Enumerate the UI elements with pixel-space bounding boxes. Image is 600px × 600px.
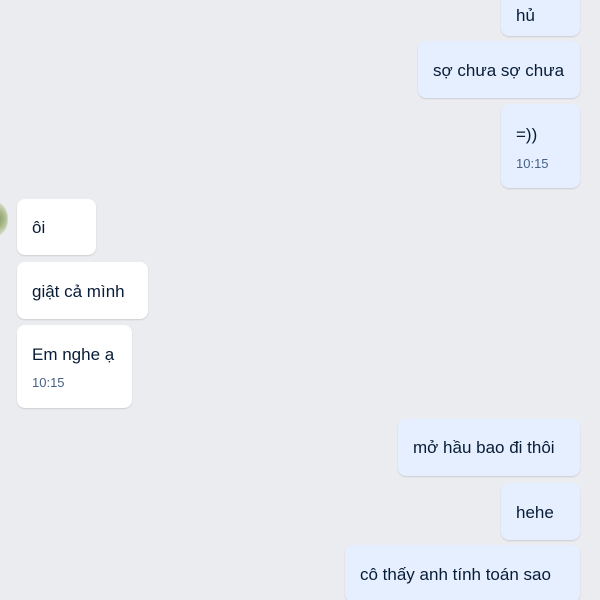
message-text: Em nghe ạ xyxy=(32,345,115,364)
message-bubble-outgoing[interactable]: hehe xyxy=(501,483,580,540)
message-bubble-outgoing[interactable]: mở hầu bao đi thôi xyxy=(398,419,580,476)
message-bubble-outgoing[interactable]: hủ xyxy=(501,0,580,36)
message-text: cô thấy anh tính toán sao xyxy=(360,565,551,584)
message-bubble-incoming[interactable]: ôi xyxy=(17,199,96,255)
message-text: giật cả mình xyxy=(32,282,125,301)
chat-message-list[interactable]: hủ sợ chưa sợ chưa =)) 10:15 ôi giật cả … xyxy=(0,0,600,600)
message-bubble-incoming[interactable]: Em nghe ạ 10:15 xyxy=(17,325,132,408)
message-text: ôi xyxy=(32,218,46,237)
message-text: hủ xyxy=(516,6,535,25)
message-timestamp: 10:15 xyxy=(32,375,65,390)
message-text: =)) xyxy=(516,125,538,144)
message-text: sợ chưa sợ chưa xyxy=(433,61,565,80)
message-bubble-outgoing[interactable]: sợ chưa sợ chưa xyxy=(418,41,580,98)
message-bubble-outgoing[interactable]: =)) 10:15 xyxy=(501,104,580,188)
sender-avatar[interactable] xyxy=(0,200,8,238)
message-text: hehe xyxy=(516,503,554,522)
message-timestamp: 10:15 xyxy=(516,156,549,171)
message-bubble-incoming[interactable]: giật cả mình xyxy=(17,262,148,319)
message-bubble-outgoing[interactable]: cô thấy anh tính toán sao xyxy=(345,545,580,600)
message-text: mở hầu bao đi thôi xyxy=(413,438,555,457)
